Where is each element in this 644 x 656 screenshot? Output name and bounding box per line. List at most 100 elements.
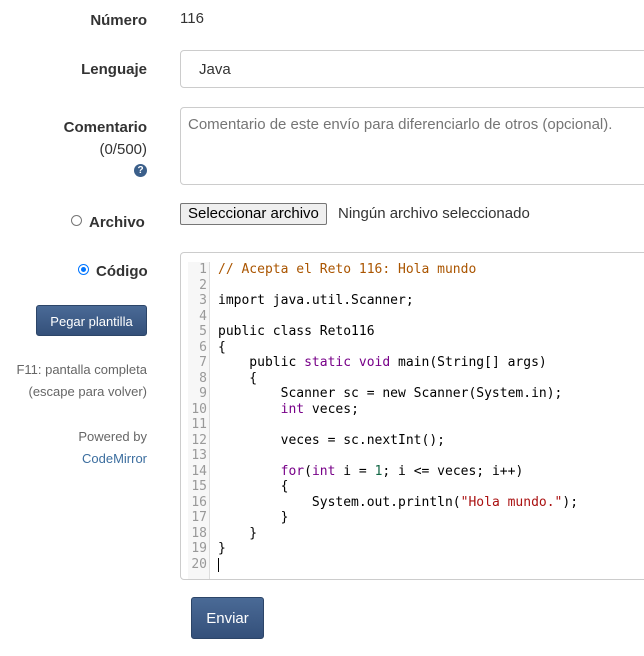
code-line: 19} [181, 541, 644, 557]
line-number: 5 [199, 324, 207, 339]
line-number: 13 [191, 448, 207, 463]
code-text: } [218, 510, 289, 526]
code-text: { [218, 371, 257, 387]
text-cursor [218, 557, 219, 572]
codigo-radio[interactable] [78, 264, 89, 275]
line-number: 18 [191, 525, 207, 541]
code-line: 14 for(int i = 1; i <= veces; i++) [181, 464, 644, 480]
code-token: { [218, 479, 289, 494]
code-line: 11 [181, 417, 644, 433]
code-text: { [218, 479, 289, 495]
lenguaje-selected-value: Java [199, 61, 231, 78]
code-token: i = [335, 463, 375, 479]
archivo-radio[interactable] [71, 215, 82, 226]
code-line: 20 [181, 557, 644, 573]
code-token: main(String[] args) [390, 355, 547, 370]
line-number: 2 [199, 277, 207, 293]
line-number: 16 [191, 494, 207, 510]
lenguaje-label: Lenguaje [81, 61, 147, 78]
code-text: { [218, 340, 226, 356]
line-number: 7 [199, 355, 207, 370]
code-text: for(int i = 1; i <= veces; i++) [218, 463, 524, 480]
line-number: 17 [191, 510, 207, 525]
line-number: 3 [199, 293, 207, 308]
code-line: 1 // Acepta el Reto 116: Hola mundo [181, 262, 644, 278]
comentario-label: Comentario [63, 119, 147, 136]
code-line: 3 import java.util.Scanner; [181, 293, 644, 309]
code-line: 15 { [181, 479, 644, 495]
line-number: 6 [199, 339, 207, 355]
code-token: } [218, 525, 258, 541]
code-line: 13 [181, 448, 644, 464]
line-number: 15 [191, 479, 207, 494]
line-number: 20 [191, 556, 207, 572]
code-token: ; i <= veces; i++) [382, 463, 524, 479]
code-token: veces; [304, 401, 359, 417]
code-line: 9 Scanner sc = new Scanner(System.in); [181, 386, 644, 402]
lenguaje-select[interactable]: Java [180, 50, 644, 88]
code-text: veces = sc.nextInt(); [218, 433, 445, 449]
code-text: import java.util.Scanner; [218, 293, 414, 309]
code-text: public static void main(String[] args) [218, 355, 547, 371]
escape-hint: (escape para volver) [28, 384, 148, 399]
code-token: static [304, 355, 352, 370]
code-token: int [311, 463, 336, 479]
code-token: public class Reto116 [218, 324, 375, 339]
code-text: public class Reto116 [218, 324, 375, 340]
code-text: } [218, 526, 257, 542]
code-token: "Hola mundo." [460, 494, 563, 510]
code-token: { [218, 339, 226, 355]
code-token: System.out.println( [218, 494, 461, 510]
codigo-label: Código [96, 263, 148, 280]
code-text: } [218, 541, 226, 557]
numero-value: 116 [180, 10, 204, 27]
comentario-textarea[interactable] [180, 107, 644, 185]
code-token: ); [562, 494, 579, 510]
code-line: 18 } [181, 526, 644, 542]
code-line: 12 veces = sc.nextInt(); [181, 433, 644, 449]
code-text: System.out.println("Hola mundo."); [218, 495, 578, 511]
line-number: 8 [199, 370, 207, 386]
code-line: 7 public static void main(String[] args) [181, 355, 644, 371]
code-token: { [218, 370, 258, 386]
question-circle-icon[interactable]: ? [134, 164, 147, 177]
line-number: 4 [199, 308, 207, 324]
code-line: 8 { [181, 371, 644, 387]
code-token: int [280, 401, 305, 417]
code-token: } [218, 541, 226, 556]
line-number: 12 [191, 432, 207, 448]
choose-file-button[interactable]: Seleccionar archivo [180, 203, 327, 225]
line-number: 1 [199, 262, 207, 277]
code-lines: 1 // Acepta el Reto 116: Hola mundo 2 3 impo… [181, 262, 644, 572]
code-token: // Acepta el Reto 116: Hola mundo [218, 262, 477, 277]
comentario-counter: (0/500) [99, 141, 147, 158]
line-number: 14 [191, 463, 207, 479]
code-editor[interactable]: 1 // Acepta el Reto 116: Hola mundo 2 3 impo… [180, 252, 644, 580]
numero-label: Número [90, 12, 147, 29]
code-token: veces = sc.nextInt(); [218, 432, 445, 448]
line-number: 11 [191, 417, 207, 432]
code-line: 4 [181, 309, 644, 325]
file-status: Ningún archivo seleccionado [338, 205, 530, 222]
code-token: public [218, 355, 305, 370]
archivo-label: Archivo [89, 214, 145, 231]
paste-template-button[interactable]: Pegar plantilla [36, 305, 147, 336]
line-number: 10 [191, 401, 207, 417]
powered-by-text: Powered by [78, 429, 147, 444]
code-text: // Acepta el Reto 116: Hola mundo [218, 262, 476, 278]
codemirror-link[interactable]: CodeMirror [82, 451, 147, 466]
code-token: for [280, 463, 305, 479]
code-line: 17 } [181, 510, 644, 526]
fullscreen-hint: F11: pantalla completa [16, 362, 147, 377]
submit-button[interactable]: Enviar [191, 597, 264, 639]
line-number: 19 [191, 541, 207, 556]
code-line: 16 System.out.println("Hola mundo."); [181, 495, 644, 511]
code-text: int veces; [218, 402, 359, 418]
line-number: 9 [199, 386, 207, 401]
code-token: ( [304, 463, 312, 479]
code-token: void [358, 355, 391, 370]
code-line: 2 [181, 278, 644, 294]
code-token: Scanner sc = new Scanner(System.in); [218, 386, 563, 401]
